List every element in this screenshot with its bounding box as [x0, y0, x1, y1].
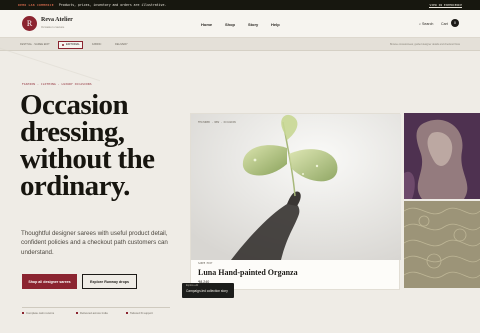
- brand-tagline: Occasion couture: [41, 25, 65, 29]
- strip-description: Browse occasionwear, guided designer det…: [389, 42, 460, 46]
- check-icon: [22, 312, 24, 315]
- announcement-tag: DEMO LAB COMMERCE: [18, 3, 54, 7]
- shop-sarees-button[interactable]: Shop all designer sarees: [22, 274, 77, 289]
- check-icon: [76, 312, 78, 315]
- hero-divider: [22, 307, 170, 308]
- organza-flower-image: [191, 114, 401, 260]
- active-dot-icon: [62, 43, 64, 46]
- announcement-message: Products, prices, inventory and orders a…: [58, 3, 167, 7]
- announcement-bar: DEMO LAB COMMERCE Products, prices, inve…: [0, 0, 480, 10]
- hero-description: Thoughtful designer sarees with useful p…: [21, 230, 168, 256]
- nav-item-story[interactable]: Story: [248, 22, 258, 27]
- toast-text: Campaign-led collection story: [186, 288, 228, 293]
- site-header: R Reva Atelier Occasion couture Home Sho…: [0, 10, 480, 38]
- collection-toast[interactable]: Explore edit Campaign-led collection sto…: [182, 283, 234, 298]
- breadcrumb[interactable]: FASHION · CLOTHING · LUXURY OCCASIONS: [22, 82, 92, 86]
- stat-fit: Tailored fit support: [126, 311, 153, 315]
- featured-product-card[interactable]: FEATURED · NEW · OCCASION SAREE EDIT Lun…: [190, 113, 401, 290]
- announcement-link[interactable]: VIEW IN EXPERIENCE: [429, 3, 462, 8]
- nav-item-help[interactable]: Help: [271, 22, 280, 27]
- stat-delivery: Delivered across India: [76, 311, 108, 315]
- nav-item-home[interactable]: Home: [201, 22, 212, 27]
- cart-button[interactable]: Cart: [441, 22, 448, 26]
- product-kicker: SAREE EDIT: [198, 262, 213, 265]
- search-button[interactable]: ⌕ Search: [419, 22, 433, 26]
- embroidery-image: [404, 113, 480, 199]
- strip-item-delivery[interactable]: DELIVERY: [115, 43, 128, 46]
- cart-count-badge[interactable]: 0: [451, 19, 459, 27]
- strip-collection-label[interactable]: FESTIVAL · SAREE EDIT: [20, 43, 50, 46]
- strip-pill-label: EDITORIAL: [66, 43, 80, 46]
- stat-returns: Complete calm returns: [22, 311, 54, 315]
- collection-strip: FESTIVAL · SAREE EDIT EDITORIAL FABRIC D…: [0, 38, 480, 51]
- nav-item-shop[interactable]: Shop: [225, 22, 235, 27]
- product-image[interactable]: [191, 114, 401, 260]
- search-label: Search: [422, 22, 434, 26]
- lace-fabric-image: [404, 201, 480, 288]
- product-tags: FEATURED · NEW · OCCASION: [198, 121, 236, 124]
- check-icon: [126, 312, 128, 315]
- lace-thumbnail[interactable]: [404, 201, 480, 288]
- brand-name[interactable]: Reva Atelier: [41, 17, 73, 23]
- strip-item-fabric[interactable]: FABRIC: [92, 43, 101, 46]
- hero-headline: Occasion dressing, without the ordinary.: [20, 89, 155, 202]
- toast-label: Explore edit: [186, 285, 199, 287]
- strip-pill-active[interactable]: EDITORIAL: [58, 40, 83, 49]
- product-title[interactable]: Luna Hand-painted Organza: [198, 268, 298, 277]
- embroidery-thumbnail[interactable]: [404, 113, 480, 199]
- brand-logo[interactable]: R: [22, 16, 37, 31]
- explore-runway-button[interactable]: Explore Runway drops: [82, 274, 137, 289]
- search-icon: ⌕: [419, 22, 422, 26]
